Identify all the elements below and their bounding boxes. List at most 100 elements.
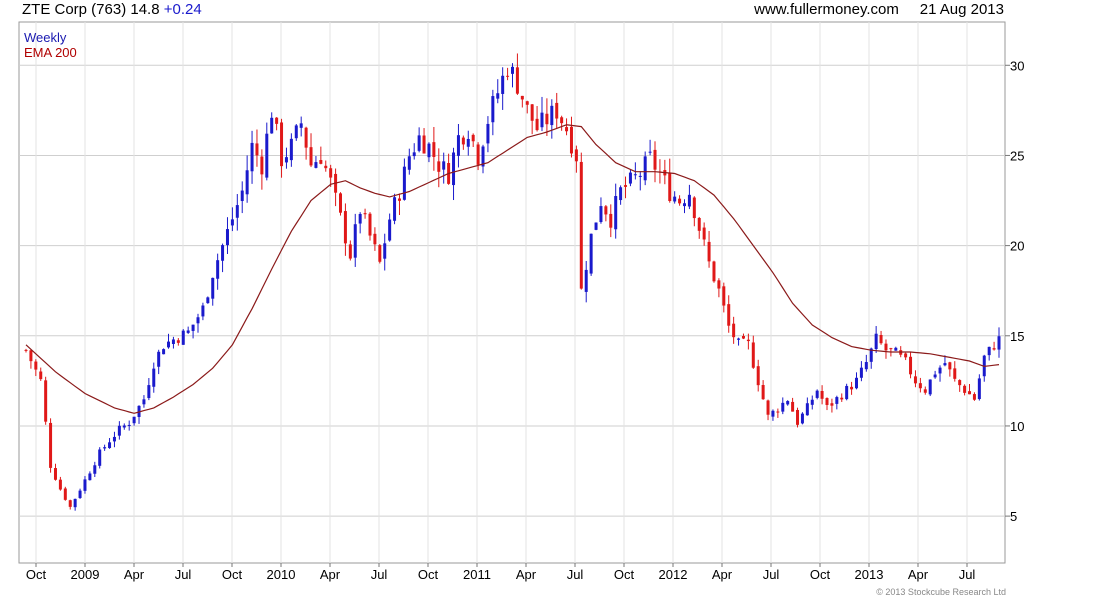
candle-body — [358, 213, 362, 224]
candle-body — [486, 123, 490, 144]
candle-body — [201, 305, 205, 317]
candle-body — [63, 488, 67, 500]
candle-body — [53, 468, 57, 480]
candle-body — [751, 342, 755, 368]
candle-body — [535, 118, 539, 131]
candle-body — [122, 425, 126, 428]
candle-body — [609, 213, 613, 228]
candle-body — [368, 213, 372, 236]
candle-body — [147, 385, 151, 399]
candle-body — [555, 102, 559, 119]
candle-body — [545, 113, 549, 125]
x-tick-label: 2010 — [267, 567, 296, 582]
y-tick-label: 25 — [1010, 148, 1024, 163]
x-tick-label: Apr — [124, 567, 145, 582]
candle-body — [339, 193, 343, 213]
x-tick-label: 2012 — [659, 567, 688, 582]
candle-body — [997, 336, 1001, 350]
candle-body — [604, 206, 608, 215]
candle-body — [717, 280, 721, 289]
candle-body — [132, 416, 136, 424]
candle-body — [840, 397, 844, 400]
x-tick-label: 2009 — [71, 567, 100, 582]
candle-body — [216, 260, 220, 279]
candle-body — [638, 175, 642, 177]
candle-body — [692, 197, 696, 219]
candle-body — [491, 96, 495, 123]
candle-body — [456, 135, 460, 156]
candle-body — [319, 160, 323, 164]
candle-body — [845, 385, 849, 400]
candle-body — [422, 135, 426, 154]
candle-body — [309, 147, 313, 166]
candle-body — [73, 498, 77, 508]
candle-body — [186, 330, 190, 333]
candle-body — [353, 224, 357, 258]
x-tick-label: Oct — [26, 567, 47, 582]
candle-body — [471, 134, 475, 142]
candle-body — [284, 157, 288, 163]
candle-body — [127, 424, 131, 426]
y-tick-label: 10 — [1010, 419, 1024, 434]
candle-body — [58, 479, 62, 490]
candle-body — [569, 126, 573, 154]
candle-body — [427, 143, 431, 158]
candle-body — [240, 190, 244, 202]
x-tick-label: Jul — [959, 567, 976, 582]
candle-body — [633, 174, 637, 176]
candle-body — [152, 368, 156, 387]
candle-body — [103, 447, 107, 449]
candle-body — [678, 198, 682, 204]
candle-body — [628, 172, 632, 184]
candle-body — [461, 137, 465, 145]
x-tick-label: Apr — [320, 567, 341, 582]
candle-body — [673, 196, 677, 202]
candle-body — [643, 156, 647, 181]
candle-body — [820, 391, 824, 399]
chart-window: ZTE Corp (763) 14.8 +0.24 www.fullermone… — [0, 0, 1100, 600]
candle-body — [289, 138, 293, 161]
candle-body — [343, 211, 347, 244]
candle-body — [599, 206, 603, 223]
candle-body — [402, 166, 406, 200]
candle-body — [938, 367, 942, 374]
candle-body — [972, 394, 976, 400]
candle-body — [324, 165, 328, 169]
candle-body — [171, 339, 175, 344]
candle-body — [373, 233, 377, 245]
y-tick-label: 5 — [1010, 509, 1017, 524]
candle-body — [933, 374, 937, 378]
x-tick-label: Oct — [418, 567, 439, 582]
candle-body — [943, 363, 947, 366]
candle-body — [265, 133, 269, 178]
candle-body — [520, 95, 524, 100]
candle-body — [835, 397, 839, 404]
candle-body — [968, 391, 972, 395]
candle-body — [112, 436, 116, 442]
candle-body — [589, 233, 593, 274]
y-tick-label: 30 — [1010, 58, 1024, 73]
candle-body — [329, 168, 333, 178]
candle-body — [117, 425, 121, 436]
chart-legend: Weekly EMA 200 — [24, 30, 77, 60]
candle-body — [707, 241, 711, 262]
candle-body — [250, 142, 254, 172]
candle-body — [923, 389, 927, 393]
candle-body — [530, 104, 534, 121]
candle-body — [83, 479, 87, 491]
candle-body — [825, 398, 829, 405]
x-tick-label: Oct — [614, 567, 635, 582]
candle-body — [225, 229, 229, 246]
candle-body — [574, 149, 578, 162]
candle-body — [235, 205, 239, 218]
candle-body — [162, 349, 166, 355]
candle-body — [34, 361, 38, 370]
candle-body — [176, 340, 180, 343]
candle-body — [98, 449, 102, 466]
candle-body — [39, 371, 43, 380]
candle-body — [992, 348, 996, 350]
candle-body — [496, 93, 500, 99]
y-tick-label: 20 — [1010, 239, 1024, 254]
candle-body — [697, 217, 701, 231]
candle-body — [815, 390, 819, 398]
